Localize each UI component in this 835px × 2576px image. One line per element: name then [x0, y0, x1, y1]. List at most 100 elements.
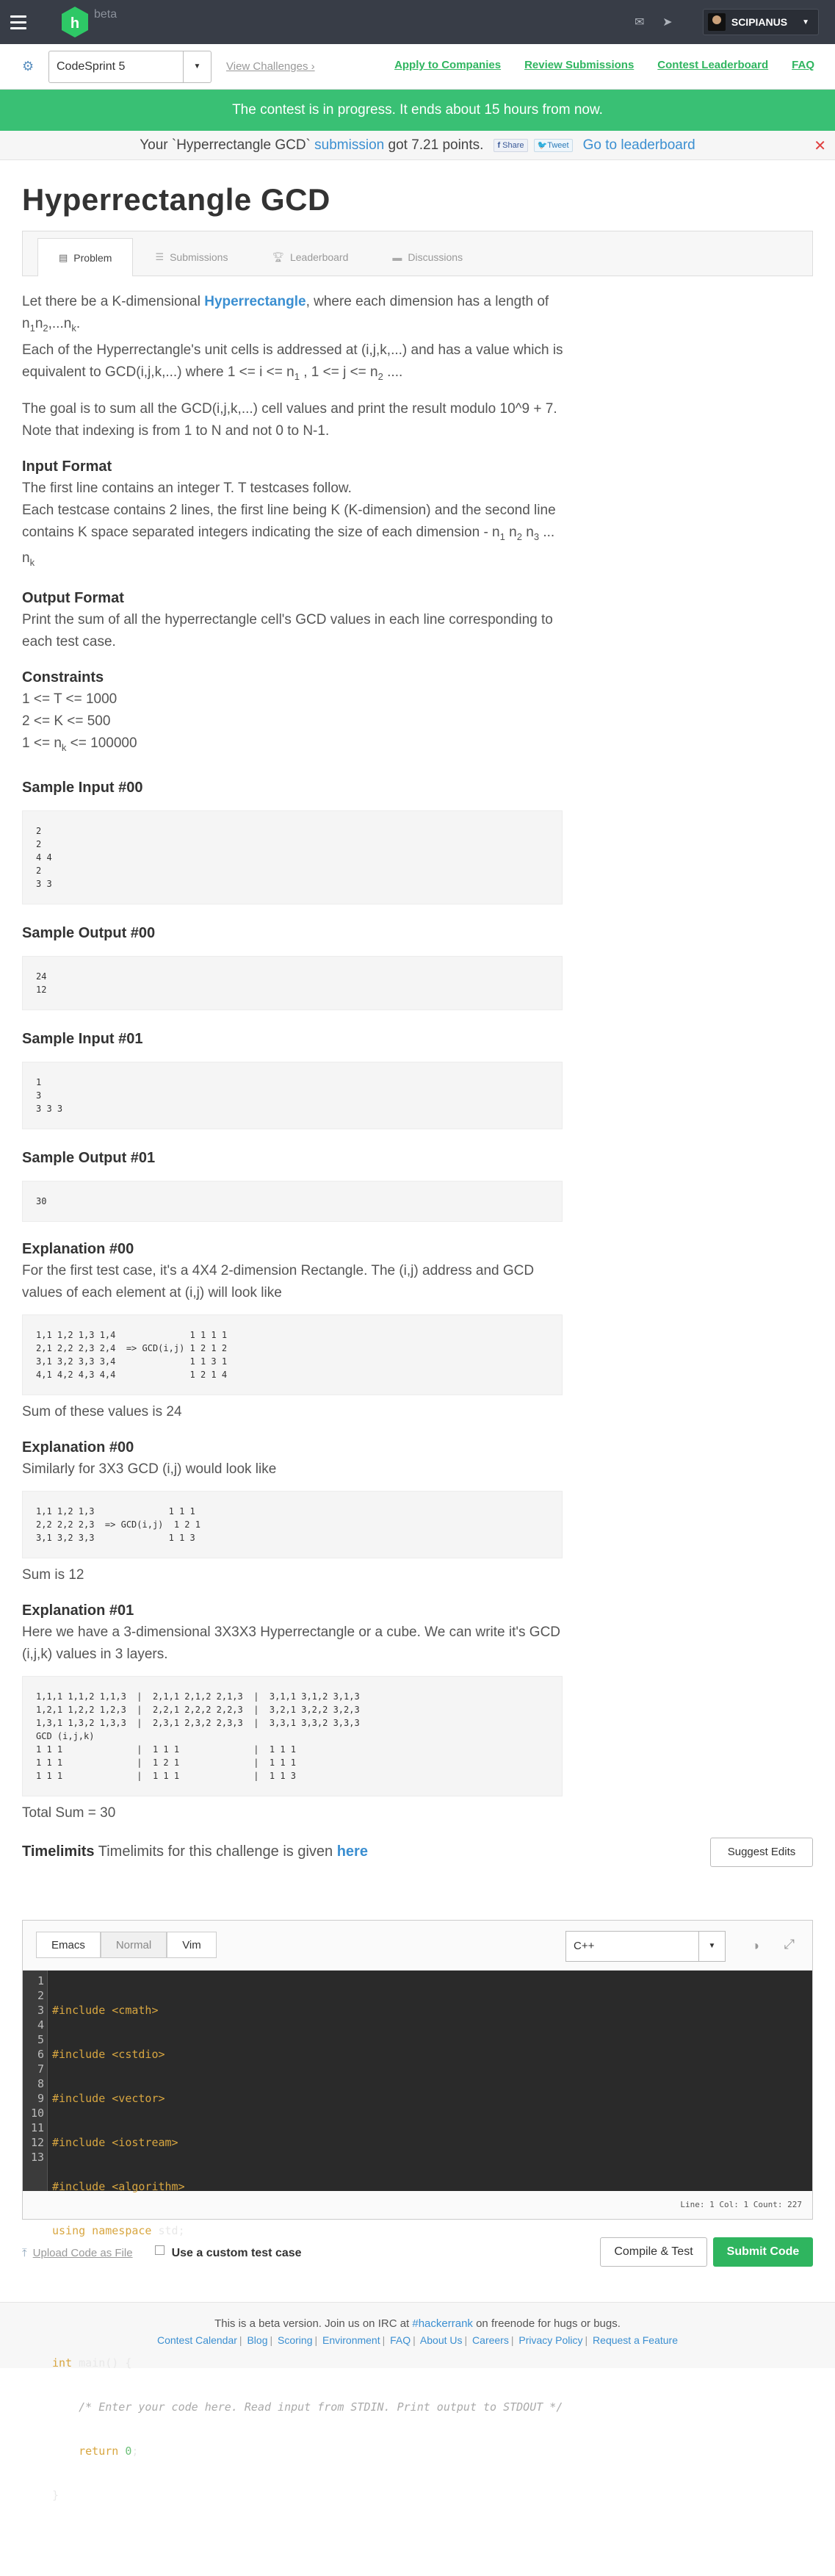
submit-code-button[interactable]: Submit Code	[713, 2237, 813, 2267]
contest-select[interactable]: CodeSprint 5 ▼	[48, 50, 212, 83]
contest-status-banner: The contest is in progress. It ends abou…	[0, 90, 835, 131]
chevron-down-icon: ▼	[698, 1931, 725, 1961]
faq-link[interactable]: FAQ	[792, 59, 814, 71]
tab-problem[interactable]: ▤ Problem	[37, 238, 134, 276]
footer-link[interactable]: Request a Feature	[593, 2334, 678, 2346]
score-banner: Your `Hyperrectangle GCD` submission got…	[0, 131, 835, 160]
constraint-line: 1 <= nk <= 100000	[22, 735, 137, 753]
explanation-code-block: 1,1 1,2 1,3 1 1 1 2,2 2,2 2,3 => GCD(i,j…	[22, 1490, 563, 1558]
contest-leaderboard-link[interactable]: Contest Leaderboard	[657, 59, 768, 71]
theme-toggle-icon[interactable]: ◑	[751, 1938, 759, 1954]
footer-link[interactable]: FAQ	[390, 2334, 411, 2346]
explanation-result: Sum is 12	[22, 1566, 84, 1583]
go-to-leaderboard-link[interactable]: Go to leaderboard	[583, 137, 695, 154]
problem-statement: Let there be a K-dimensional Hyperrectan…	[22, 291, 565, 1824]
footer-link[interactable]: Environment	[322, 2334, 380, 2346]
trophy-icon: 🏆︎	[272, 251, 284, 262]
explanation-text: Similarly for 3X3 GCD (i,j) would look l…	[22, 1461, 277, 1477]
list-icon: ☰	[155, 251, 165, 262]
problem-tabs: ▤ Problem ☰ Submissions 🏆︎ Leaderboard ▬ Dis…	[22, 231, 813, 276]
tab-leaderboard[interactable]: 🏆︎ Leaderboard	[250, 239, 370, 276]
beta-label: beta	[94, 8, 118, 21]
submission-link[interactable]: submission	[314, 137, 384, 154]
compile-test-button[interactable]: Compile & Test	[600, 2237, 707, 2267]
keymap-normal-button[interactable]: Normal	[100, 1932, 167, 1959]
fullscreen-icon[interactable]: ⤢	[784, 1937, 795, 1952]
sample-code-block: 2 2 4 4 2 3 3	[22, 810, 563, 904]
review-submissions-link[interactable]: Review Submissions	[524, 59, 634, 71]
input-format-line: The first line contains an integer T. T …	[22, 480, 352, 496]
code-text[interactable]: #include <cmath> #include <cstdio> #incl…	[48, 1971, 812, 2502]
sample-code-block: 30	[22, 1180, 563, 1222]
footer-link[interactable]: Contest Calendar	[157, 2334, 237, 2346]
facebook-share-button[interactable]: f Share	[494, 138, 528, 152]
tab-label: Discussions	[408, 251, 463, 263]
explanation-title: Explanation #00	[22, 1439, 134, 1456]
language-select-value: C++	[574, 1940, 595, 1953]
explanation-code-block: 1,1 1,2 1,3 1,4 1 1 1 1 2,1 2,2 2,3 2,4 …	[22, 1314, 563, 1395]
notifications-icon[interactable]: ➤	[660, 15, 675, 29]
statement-paragraph: Each of the Hyperrectangle's unit cells …	[22, 342, 563, 382]
custom-test-label: Use a custom test case	[171, 2246, 302, 2259]
menu-icon[interactable]	[10, 7, 40, 37]
input-format-title: Input Format	[22, 458, 112, 475]
language-select[interactable]: C++ ▼	[565, 1930, 726, 1962]
explanation-text: For the first test case, it's a 4X4 2-di…	[22, 1262, 535, 1300]
apply-to-companies-link[interactable]: Apply to Companies	[394, 59, 501, 71]
output-format-title: Output Format	[22, 590, 124, 607]
tweet-button[interactable]: 🐦 Tweet	[533, 138, 573, 152]
gear-icon[interactable]: ⚙	[22, 59, 37, 74]
close-icon[interactable]: ✕	[814, 137, 826, 155]
sample-code-block: 24 12	[22, 955, 563, 1010]
chevron-down-icon: ▼	[802, 18, 809, 26]
view-challenges-link[interactable]: View Challenges ›	[226, 60, 315, 73]
hackerrank-logo[interactable]: h	[60, 6, 90, 38]
score-suffix: got 7.21 points.	[388, 137, 484, 153]
line-numbers: 1 2 3 4 5 6 7 8 9 10 11 12 13	[23, 1970, 48, 2191]
user-menu[interactable]: SCIPIANUS ▼	[702, 9, 819, 35]
timelimits-row: Timelimits Timelimits for this challenge…	[22, 1837, 813, 1867]
document-icon: ▤	[59, 251, 68, 263]
score-prefix: Your `Hyperrectangle GCD`	[140, 137, 311, 153]
explanation-text: Here we have a 3-dimensional 3X3X3 Hyper…	[22, 1624, 561, 1662]
contest-subnav: ⚙ CodeSprint 5 ▼ View Challenges › Apply…	[0, 44, 835, 90]
view-challenges-label: View Challenges	[226, 60, 308, 73]
custom-test-checkbox[interactable]	[154, 2245, 165, 2256]
keymap-vim-button[interactable]: Vim	[167, 1932, 217, 1959]
suggest-edits-button[interactable]: Suggest Edits	[710, 1837, 813, 1867]
custom-test-case[interactable]: Use a custom test case	[154, 2245, 302, 2260]
page-title: Hyperrectangle GCD	[22, 182, 330, 217]
username: SCIPIANUS	[731, 16, 788, 28]
footer-link[interactable]: Privacy Policy	[518, 2334, 582, 2346]
footer-link[interactable]: Scoring	[278, 2334, 312, 2346]
footer-link[interactable]: About Us	[420, 2334, 463, 2346]
upload-icon: ⤒	[22, 2247, 27, 2260]
tab-label: Submissions	[170, 251, 228, 263]
tab-discussions[interactable]: ▬ Discussions	[370, 239, 485, 276]
constraint-line: 1 <= T <= 1000	[22, 691, 118, 708]
explanation-code-block: 1,1,1 1,1,2 1,1,3 | 2,1,1 2,1,2 2,1,3 | …	[22, 1675, 563, 1796]
input-format-line: Each testcase contains 2 lines, the firs…	[22, 502, 556, 569]
footer-link[interactable]: Careers	[472, 2334, 509, 2346]
constraint-line: 2 <= K <= 500	[22, 713, 111, 730]
hyperrectangle-link[interactable]: Hyperrectangle	[204, 294, 306, 309]
constraints-title: Constraints	[22, 669, 104, 686]
svg-text:h: h	[71, 15, 79, 32]
upload-code-link[interactable]: ⤒ Upload Code as File	[22, 2247, 133, 2259]
code-editor-panel: Emacs Normal Vim C++ ▼ ◑ ⤢ 1 2 3 4 5 6 7 8 9 10 11…	[22, 1919, 813, 2502]
timelimits-link[interactable]: here	[337, 1843, 368, 1860]
top-navbar: h beta ✉ ➤ SCIPIANUS ▼	[0, 0, 835, 44]
code-editor[interactable]: 1 2 3 4 5 6 7 8 9 10 11 12 13 #include <cmath> #incl…	[23, 1970, 812, 2502]
sample-title: Sample Output #00	[22, 924, 156, 941]
footer-link[interactable]: Blog	[247, 2334, 267, 2346]
irc-link[interactable]: #hackerrank	[412, 2317, 473, 2330]
keymap-emacs-button[interactable]: Emacs	[36, 1932, 101, 1959]
tab-submissions[interactable]: ☰ Submissions	[133, 239, 250, 276]
explanation-result: Total Sum = 30	[22, 1805, 116, 1821]
messages-icon[interactable]: ✉	[632, 15, 647, 29]
editor-toolbar: Emacs Normal Vim C++ ▼ ◑ ⤢	[23, 1920, 812, 1971]
chevron-down-icon: ▼	[183, 51, 211, 82]
sample-title: Sample Input #00	[22, 779, 143, 796]
explanation-result: Sum of these values is 24	[22, 1403, 182, 1420]
statement-goal: The goal is to sum all the GCD(i,j,k,...…	[22, 400, 557, 439]
